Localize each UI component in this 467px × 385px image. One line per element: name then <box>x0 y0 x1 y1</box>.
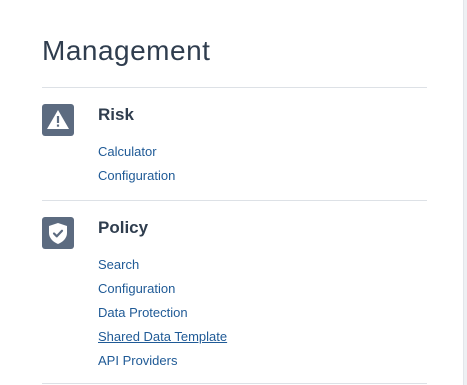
policy-api-providers-link[interactable]: API Providers <box>98 353 177 368</box>
list-item: Data Protection <box>98 301 227 325</box>
list-item: Shared Data Template <box>98 325 227 349</box>
policy-configuration-link[interactable]: Configuration <box>98 281 175 296</box>
risk-calculator-link[interactable]: Calculator <box>98 144 157 159</box>
policy-data-protection-link[interactable]: Data Protection <box>98 305 188 320</box>
policy-search-link[interactable]: Search <box>98 257 139 272</box>
list-item: Configuration <box>98 164 175 188</box>
shield-check-icon <box>42 217 74 249</box>
policy-heading: Policy <box>98 218 149 237</box>
section-divider <box>42 200 427 201</box>
risk-links: Calculator Configuration <box>98 140 175 188</box>
policy-links: Search Configuration Data Protection Sha… <box>98 253 227 373</box>
warning-icon <box>42 104 74 136</box>
panel-edge <box>463 0 467 385</box>
page-title: Management <box>42 35 211 66</box>
list-item: API Providers <box>98 349 227 373</box>
risk-heading: Risk <box>98 105 134 124</box>
section-divider <box>42 383 427 384</box>
section-divider <box>42 87 427 88</box>
management-page: Management Risk Calculator Configuration <box>0 0 467 385</box>
list-item: Search <box>98 253 227 277</box>
list-item: Calculator <box>98 140 175 164</box>
policy-shared-data-template-link[interactable]: Shared Data Template <box>98 329 227 344</box>
risk-configuration-link[interactable]: Configuration <box>98 168 175 183</box>
list-item: Configuration <box>98 277 227 301</box>
